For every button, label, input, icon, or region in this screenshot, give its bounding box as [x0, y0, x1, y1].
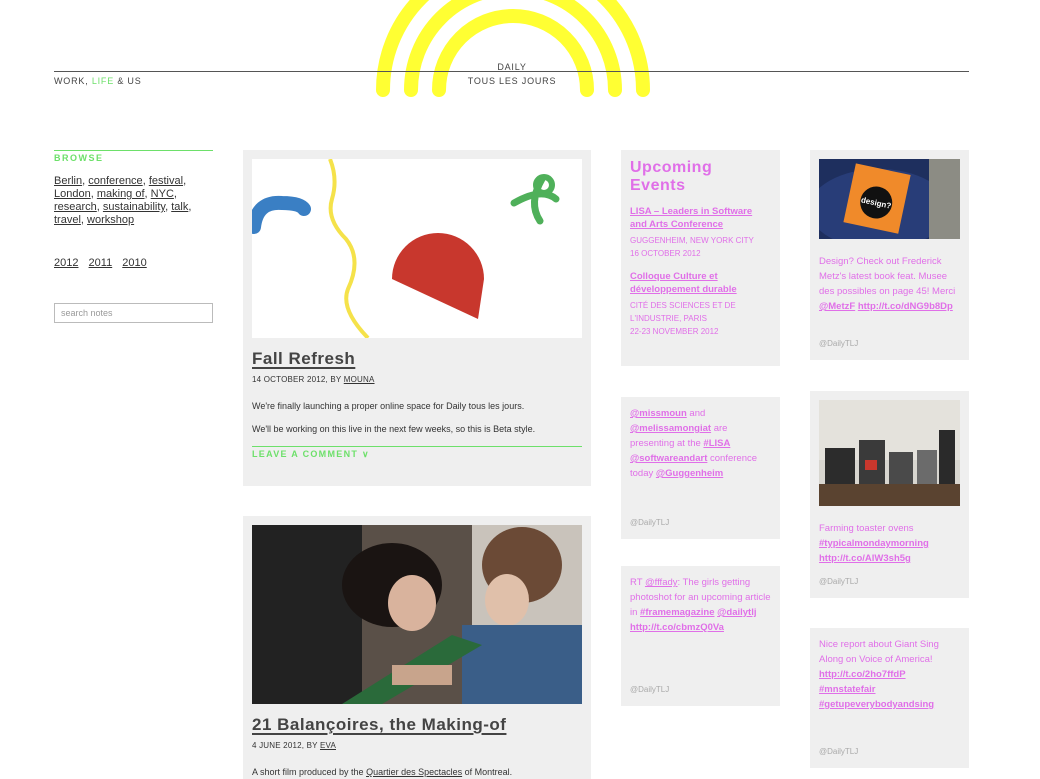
tweet-image-workshop[interactable]: [819, 400, 960, 506]
tweet-url[interactable]: http://t.co/2ho7ffdP: [819, 669, 906, 680]
post-meta: 14 OCTOBER 2012, BY MOUNA: [252, 375, 375, 384]
comment-rule: [252, 446, 582, 447]
event-location: GUGGENHEIM, NEW YORK CITY: [630, 236, 754, 245]
tweet-mention[interactable]: @missmoun: [630, 408, 687, 419]
year-2012[interactable]: 2012: [54, 257, 78, 269]
tweet-mention[interactable]: @fffady: [645, 577, 678, 588]
year-archive: 2012 2011 2010: [54, 257, 213, 269]
tweet-card: Farming toaster ovens #typicalmondaymorn…: [810, 391, 969, 598]
tag-conference[interactable]: conference: [88, 175, 142, 187]
tweet-source[interactable]: @DailyTLJ: [630, 682, 669, 697]
tweet-mention[interactable]: @dailytlj: [717, 607, 756, 618]
tweet-hashtag[interactable]: #getupeverybodyandsing: [819, 699, 934, 710]
upcoming-events: Upcoming Events LISA – Leaders in Softwa…: [621, 150, 780, 366]
quartier-link[interactable]: Quartier des Spectacles: [366, 767, 462, 777]
tweet-hashtag[interactable]: #LISA: [703, 438, 730, 449]
post-author[interactable]: EVA: [320, 741, 336, 750]
year-2011[interactable]: 2011: [89, 257, 113, 269]
tweet-card: RT @fffady: The girls getting photoshot …: [621, 566, 780, 706]
tweet-source[interactable]: @DailyTLJ: [819, 574, 858, 589]
post-body: We're finally launching a proper online …: [252, 401, 536, 434]
event-date: 16 OCTOBER 2012: [630, 249, 701, 258]
search-input[interactable]: [54, 303, 213, 323]
tweet-mention[interactable]: @Guggenheim: [656, 468, 723, 479]
post-author[interactable]: MOUNA: [344, 375, 375, 384]
tag-research[interactable]: research: [54, 201, 97, 213]
site-tagline[interactable]: WORK, LIFE & US: [54, 76, 142, 86]
events-heading: Upcoming Events: [630, 159, 713, 194]
leave-comment-link[interactable]: LEAVE A COMMENT ∨: [252, 449, 582, 460]
tag-making-of[interactable]: making of: [97, 188, 145, 200]
event-link[interactable]: LISA – Leaders in Software and Arts Conf…: [630, 205, 771, 231]
tweet-source[interactable]: @DailyTLJ: [630, 515, 669, 530]
tweet-card: @missmoun and @melissamongiat are presen…: [621, 397, 780, 539]
tag-festival[interactable]: festival: [149, 175, 183, 187]
tagline-accent: LIFE: [91, 76, 115, 86]
post-image-shapes[interactable]: [247, 158, 582, 340]
tweet-source[interactable]: @DailyTLJ: [819, 336, 858, 351]
event-link[interactable]: Colloque Culture et développement durabl…: [630, 270, 771, 296]
post-image-photo[interactable]: [252, 525, 582, 704]
post-body: A short film produced by the Quartier de…: [252, 767, 513, 777]
tag-sustainability[interactable]: sustainability: [103, 201, 165, 213]
tweet-card: Nice report about Giant Sing Along on Vo…: [810, 628, 969, 768]
event-location: CITÉ DES SCIENCES ET DE L'INDUSTRIE, PAR…: [630, 301, 736, 323]
post-meta: 4 JUNE 2012, BY EVA: [252, 741, 336, 750]
event-item: Colloque Culture et développement durabl…: [630, 270, 771, 338]
tag-workshop[interactable]: workshop: [87, 214, 134, 226]
year-2010[interactable]: 2010: [122, 257, 146, 269]
site-logo[interactable]: DAILY TOUS LES JOURS: [460, 60, 564, 88]
tag-list: Berlin, conference, festival, London, ma…: [54, 175, 192, 226]
tweet-mention[interactable]: @MetzF: [819, 301, 855, 312]
tag-berlin[interactable]: Berlin: [54, 175, 82, 187]
post-title[interactable]: Fall Refresh: [252, 349, 355, 369]
event-date: 22-23 NOVEMBER 2012: [630, 327, 719, 336]
tweet-mention[interactable]: @softwareandart: [630, 453, 707, 464]
tweet-hashtag[interactable]: #typicalmondaymorning: [819, 538, 929, 549]
event-item: LISA – Leaders in Software and Arts Conf…: [630, 205, 771, 260]
browse-rule: [54, 150, 213, 151]
tweet-url[interactable]: http://t.co/cbmzQ0Va: [630, 622, 724, 633]
sidebar: BROWSE Berlin, conference, festival, Lon…: [54, 150, 213, 323]
tweet-mention[interactable]: @melissamongiat: [630, 423, 711, 434]
browse-heading: BROWSE: [54, 153, 104, 163]
tweet-image-book[interactable]: design?: [809, 159, 960, 249]
tag-nyc[interactable]: NYC: [151, 188, 174, 200]
chevron-down-icon: ∨: [361, 449, 370, 459]
tweet-hashtag[interactable]: #framemagazine: [640, 607, 714, 618]
tag-talk[interactable]: talk: [171, 201, 188, 213]
tag-travel[interactable]: travel: [54, 214, 81, 226]
tweet-hashtag[interactable]: #mnstatefair: [819, 684, 876, 695]
tag-london[interactable]: London: [54, 188, 91, 200]
post-card: Fall Refresh 14 OCTOBER 2012, BY MOUNA W…: [243, 150, 591, 486]
tweet-url[interactable]: http://t.co/dNG9b8Dp: [858, 301, 953, 312]
post-title[interactable]: 21 Balançoires, the Making-of: [252, 715, 506, 735]
post-card: 21 Balançoires, the Making-of 4 JUNE 201…: [243, 516, 591, 779]
tweet-card: design? Design? Check out Frederick Metz…: [809, 150, 969, 360]
tweet-source[interactable]: @DailyTLJ: [819, 744, 858, 759]
tweet-url[interactable]: http://t.co/AlW3sh5g: [819, 553, 911, 564]
